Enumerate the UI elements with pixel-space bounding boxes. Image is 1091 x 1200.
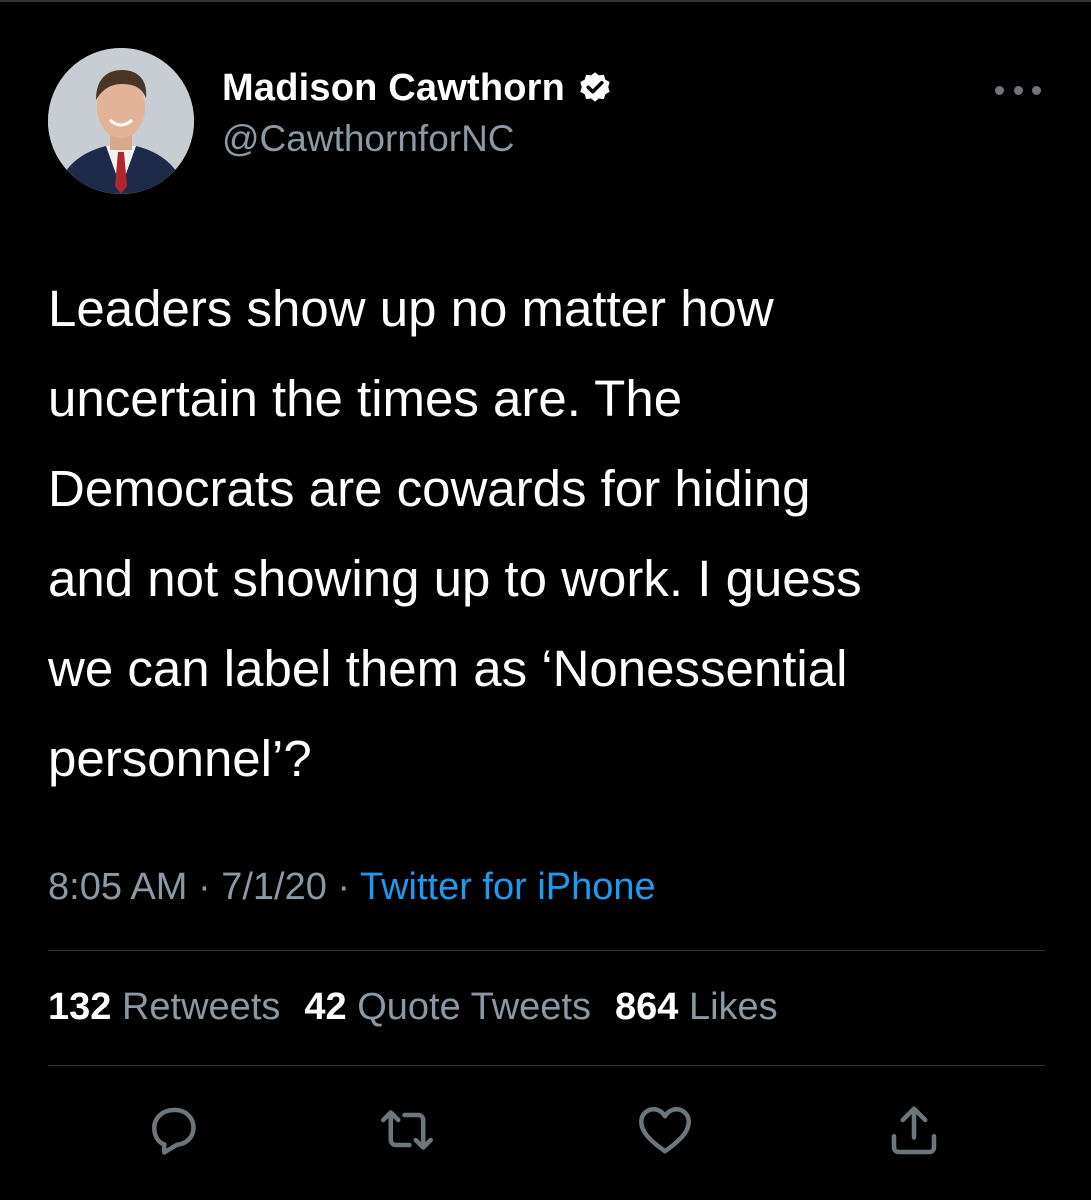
retweets-label: Retweets <box>121 986 281 1028</box>
more-options-icon[interactable] <box>995 80 1041 100</box>
quote-tweets-count: 42 <box>304 986 347 1028</box>
display-name[interactable]: Madison Cawthorn <box>222 67 565 110</box>
reply-button[interactable] <box>143 1100 203 1160</box>
like-button[interactable] <box>635 1100 695 1160</box>
avatar-image <box>48 48 194 194</box>
user-handle[interactable]: @CawthornforNC <box>222 118 613 160</box>
display-name-row: Madison Cawthorn <box>222 66 613 110</box>
heart-icon <box>639 1107 691 1154</box>
likes-stat[interactable]: 864 Likes <box>615 986 778 1028</box>
tweet-meta: 8:05 AM · 7/1/20 · Twitter for iPhone <box>48 866 656 909</box>
meta-separator: · <box>326 866 360 908</box>
reply-icon <box>152 1107 196 1155</box>
tweet-source-link[interactable]: Twitter for iPhone <box>360 866 656 908</box>
divider <box>48 1065 1045 1066</box>
avatar[interactable] <box>48 48 194 194</box>
more-dot <box>995 85 1004 95</box>
retweets-stat[interactable]: 132 Retweets <box>48 986 280 1028</box>
divider <box>48 950 1045 951</box>
retweet-icon <box>381 1110 433 1150</box>
quote-tweets-label: Quote Tweets <box>357 986 591 1028</box>
share-button[interactable] <box>884 1100 944 1160</box>
verified-badge-icon <box>580 72 610 102</box>
retweet-button[interactable] <box>377 1100 437 1160</box>
quote-tweets-stat[interactable]: 42 Quote Tweets <box>304 986 591 1028</box>
tweet-author[interactable]: Madison Cawthorn @CawthornforNC <box>222 66 613 160</box>
meta-separator: · <box>187 866 222 908</box>
tweet-date: 7/1/20 <box>221 866 327 908</box>
retweets-count: 132 <box>48 986 112 1028</box>
likes-label: Likes <box>688 986 778 1028</box>
more-dot <box>1032 85 1041 95</box>
share-icon <box>891 1106 937 1155</box>
tweet-actions <box>0 1100 1091 1160</box>
tweet-stats: 132 Retweets 42 Quote Tweets 864 Likes <box>48 986 778 1029</box>
tweet-time: 8:05 AM <box>48 866 188 908</box>
top-border <box>0 0 1091 2</box>
tweet-text: Leaders show up no matter how uncertain … <box>48 280 862 787</box>
more-dot <box>1013 85 1023 95</box>
likes-count: 864 <box>615 986 679 1028</box>
